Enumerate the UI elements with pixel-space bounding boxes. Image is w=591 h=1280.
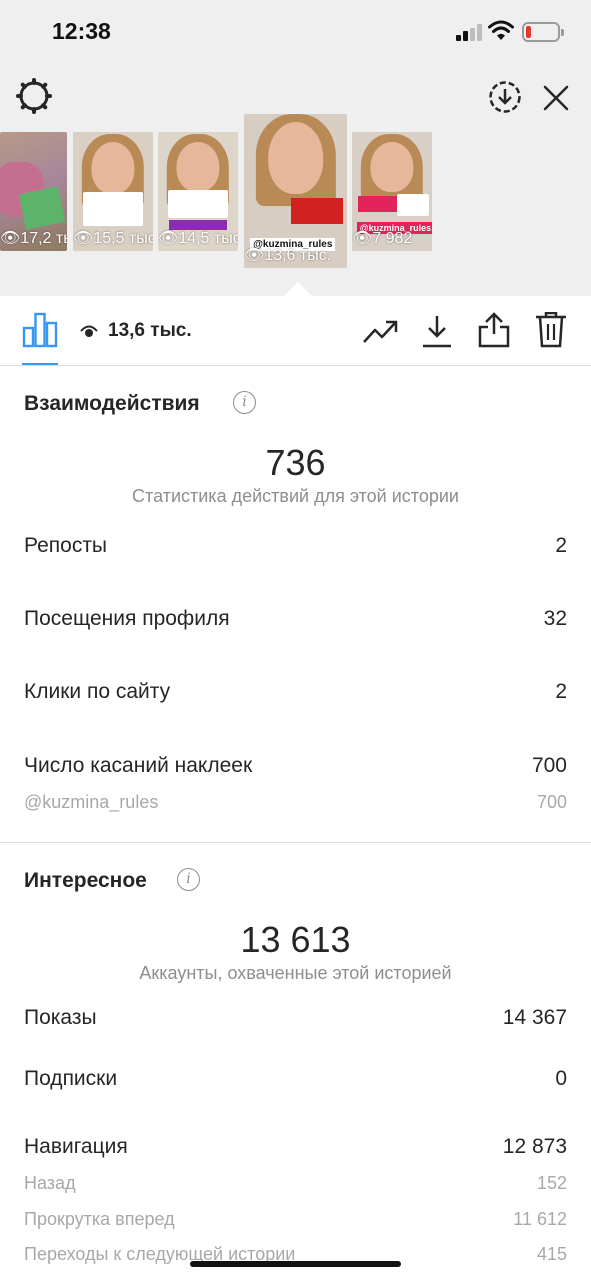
sub-stat-value: 415: [536, 1244, 567, 1264]
story-views: 👁14,5 тыс.: [158, 230, 238, 247]
battery-icon: [522, 22, 564, 42]
cellular-signal-icon: [456, 24, 482, 41]
stat-value: 700: [531, 754, 567, 777]
story-views: 👁13,6 тыс.: [244, 247, 332, 264]
sub-stat-value: 152: [536, 1173, 567, 1193]
eye-icon: 👁: [352, 230, 373, 247]
gear-icon[interactable]: [16, 78, 52, 114]
active-tab-indicator: [22, 363, 58, 365]
eye-icon: [80, 325, 98, 337]
share-icon[interactable]: [478, 312, 510, 348]
stat-label: Число касаний наклеек: [24, 754, 253, 777]
story-views: 👁7 982: [352, 230, 413, 247]
story-views: 👁15,5 тыс.: [73, 230, 153, 247]
stat-label: Репосты: [24, 534, 108, 557]
stat-value: 0: [555, 1067, 567, 1090]
interactions-total: 736: [265, 442, 326, 483]
status-bar: 12:38: [0, 0, 591, 64]
eye-icon: 👁: [158, 230, 179, 247]
eye-icon: 👁: [0, 230, 21, 247]
stat-label: Навигация: [24, 1135, 128, 1158]
views-count: 13,6 тыс.: [108, 320, 192, 341]
status-time: 12:38: [52, 18, 111, 44]
stat-value: 14 367: [502, 1006, 567, 1029]
bar-chart-icon[interactable]: [22, 312, 58, 348]
download-circle-icon[interactable]: [488, 80, 522, 114]
close-icon[interactable]: [542, 84, 570, 112]
info-icon[interactable]: i: [177, 868, 200, 891]
download-icon[interactable]: [422, 314, 452, 348]
stat-label: Подписки: [24, 1067, 118, 1090]
sub-stat-label: @kuzmina_rules: [24, 792, 159, 812]
trash-icon[interactable]: [535, 312, 567, 348]
stat-value: 2: [555, 680, 567, 703]
sub-stat-value: 11 612: [513, 1209, 567, 1229]
sub-stat-value: 700: [536, 792, 567, 812]
sub-stat-label: Прокрутка вперед: [24, 1209, 175, 1229]
trending-up-icon[interactable]: [362, 318, 398, 344]
section-title: Взаимодействия: [24, 392, 200, 415]
interactions-subtitle: Статистика действий для этой истории: [132, 486, 459, 506]
eye-icon: 👁: [73, 230, 94, 247]
info-icon[interactable]: i: [233, 391, 256, 414]
selected-story-pointer: [284, 282, 312, 296]
stat-label: Клики по сайту: [24, 680, 171, 703]
stat-value: 32: [543, 607, 567, 630]
section-title: Интересное: [24, 869, 147, 892]
wifi-icon: [488, 20, 514, 40]
home-indicator[interactable]: [190, 1261, 401, 1267]
stat-label: Показы: [24, 1006, 97, 1029]
section-divider: [0, 842, 591, 843]
stat-label: Посещения профиля: [24, 607, 230, 630]
stat-value: 12 873: [502, 1135, 567, 1158]
sub-stat-label: Назад: [24, 1173, 76, 1193]
story-thumbnail[interactable]: 👁15,5 тыс.: [73, 132, 153, 251]
discovery-total: 13 613: [240, 919, 351, 960]
story-thumbnail[interactable]: 👁14,5 тыс.: [158, 132, 238, 251]
story-thumbnail[interactable]: 👁17,2 тыс.: [0, 132, 67, 251]
insights-toolbar: 13,6 тыс.: [0, 296, 591, 366]
discovery-subtitle: Аккаунты, охваченные этой историей: [139, 963, 452, 983]
eye-icon: 👁: [244, 247, 265, 264]
story-thumbnail[interactable]: @kuzmina_rules 👁7 982: [352, 132, 432, 251]
story-thumbnail-selected[interactable]: @kuzmina_rules 👁13,6 тыс.: [244, 114, 347, 268]
stat-value: 2: [555, 534, 567, 557]
story-header: 👁17,2 тыс. 👁15,5 тыс. 👁14,5 тыс. @kuzmin…: [0, 64, 591, 296]
story-views: 👁17,2 тыс.: [0, 230, 67, 247]
